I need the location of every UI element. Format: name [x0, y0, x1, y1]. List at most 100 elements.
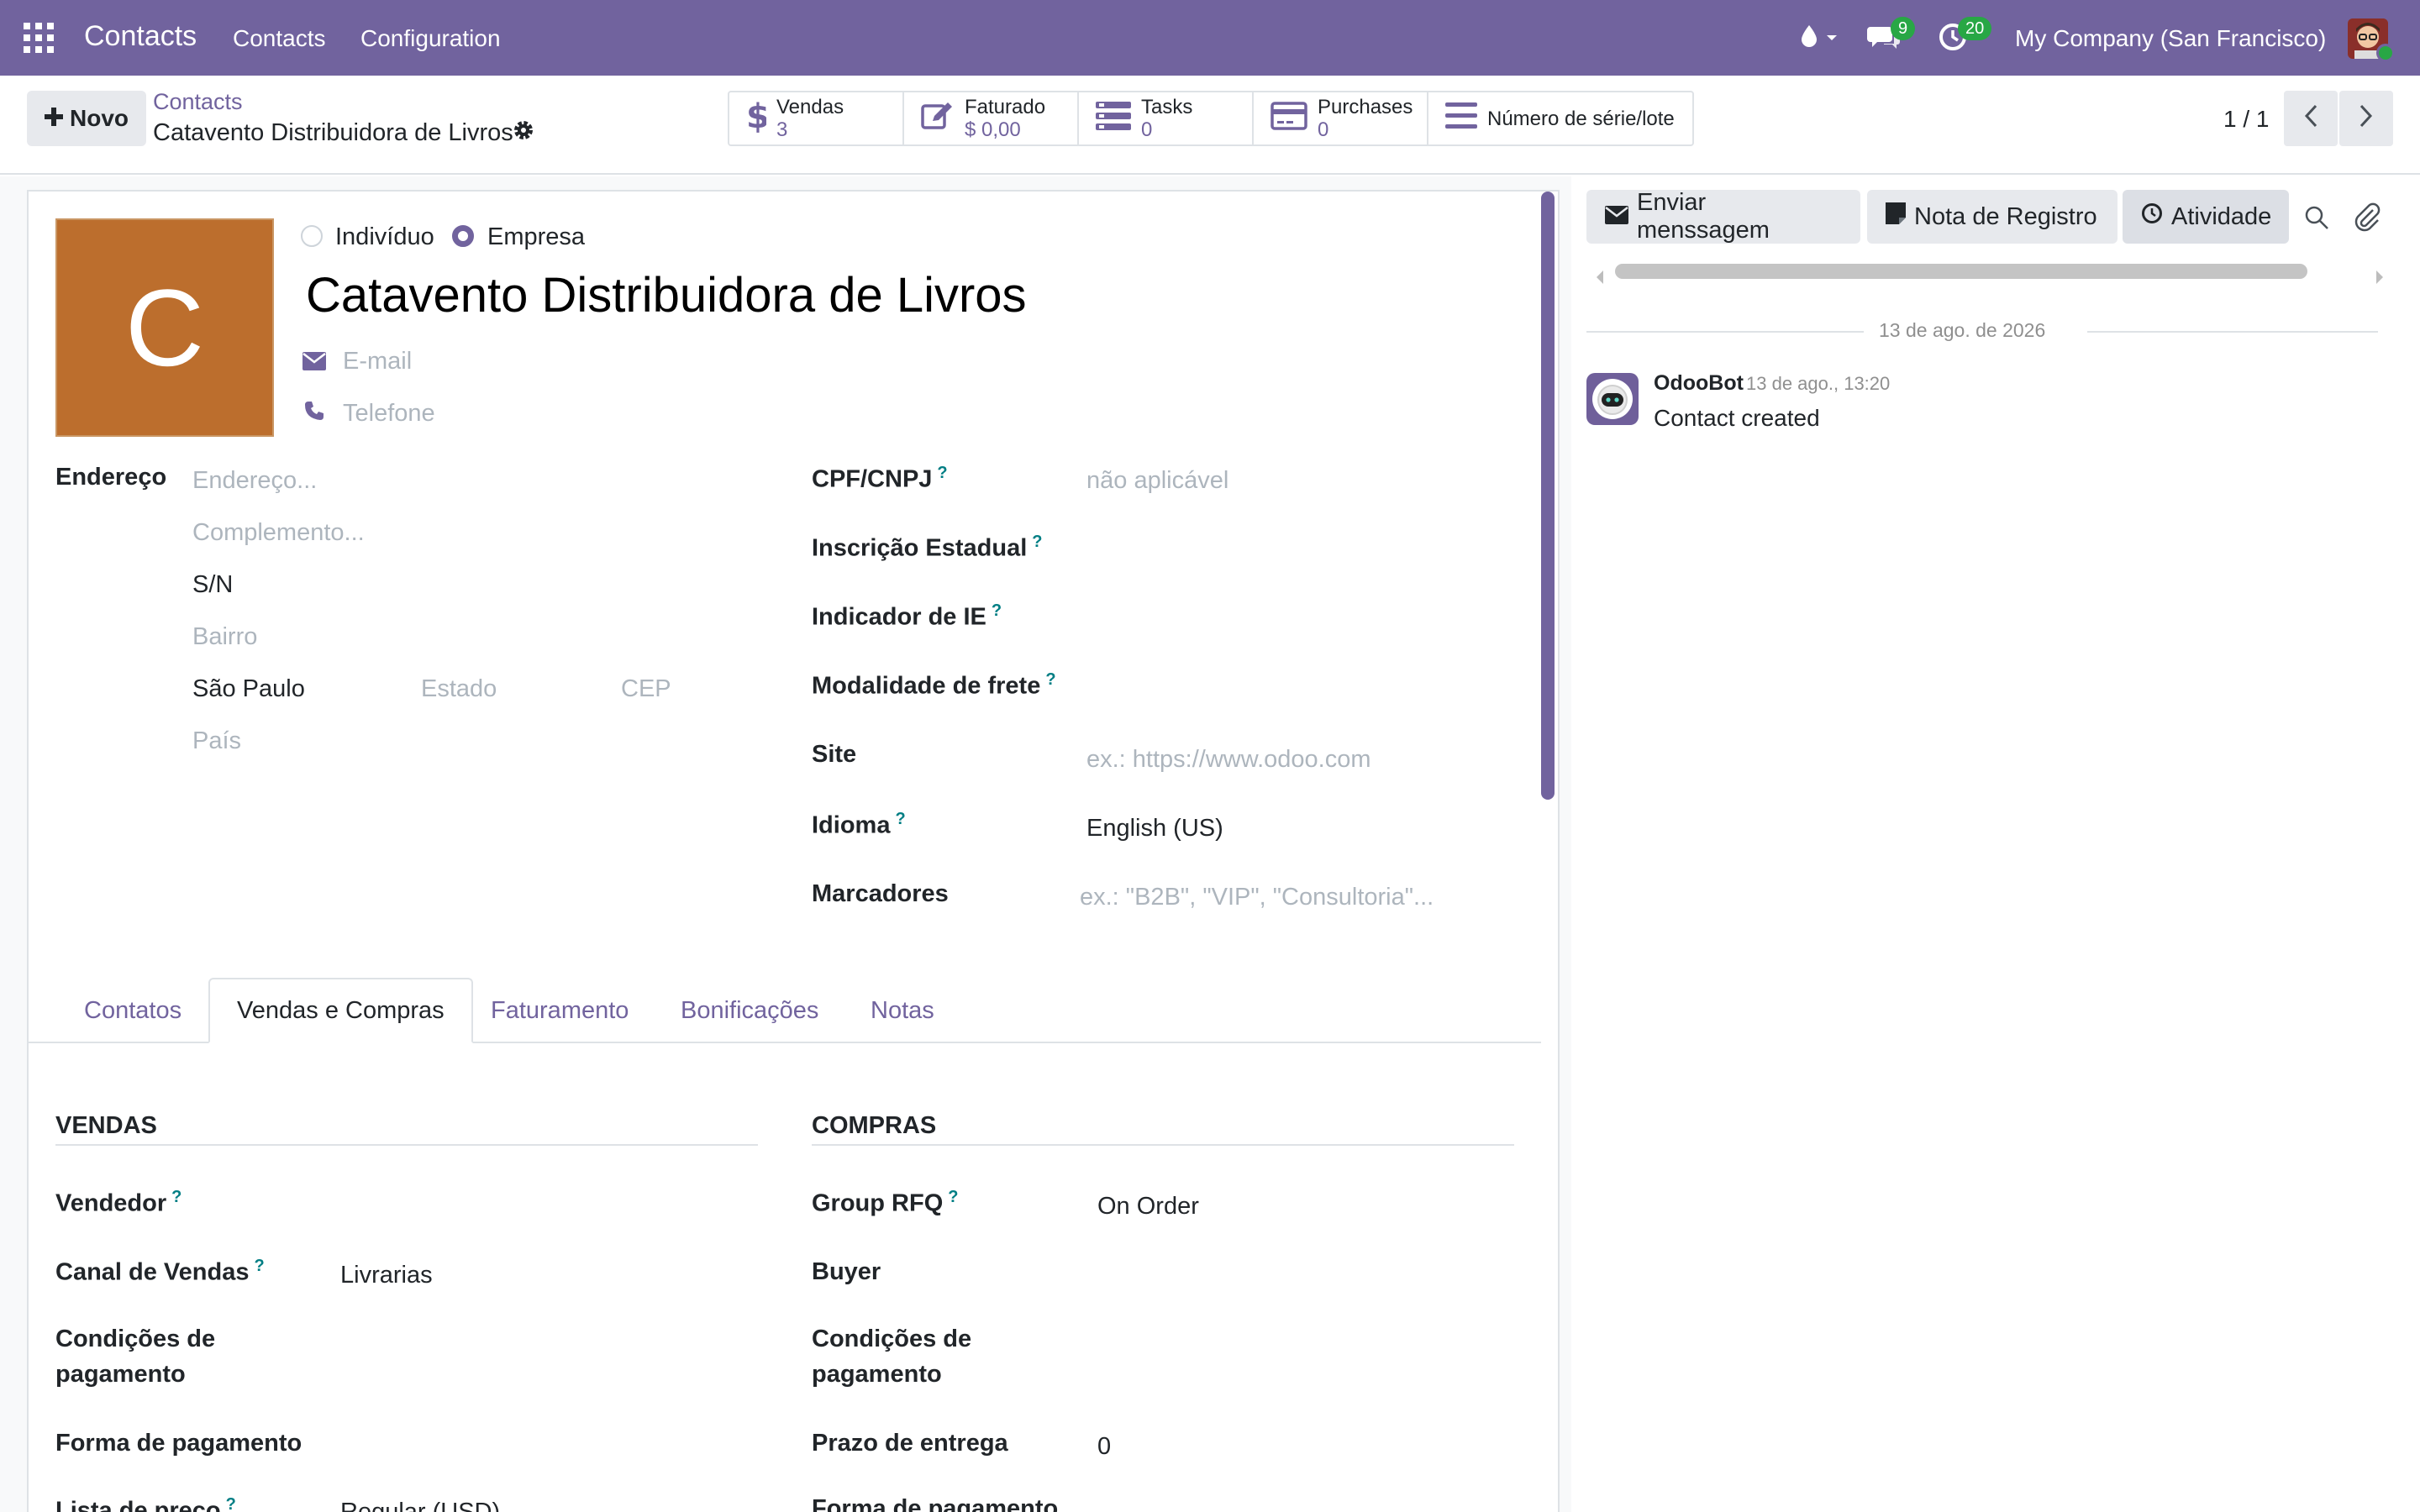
send-message-button[interactable]: Enviar menssagem	[1586, 189, 1860, 244]
radio-individual-label[interactable]: Indivíduo	[335, 223, 434, 251]
smart-button-serial-lot[interactable]: Número de série/lote	[1428, 92, 1692, 144]
sales-section-divider	[55, 1144, 758, 1146]
messages-badge: 9	[1891, 17, 1916, 40]
partner-name-field[interactable]: Catavento Distribuidora de Livros	[306, 267, 1027, 323]
pager-value[interactable]: 1 / 1	[2223, 106, 2269, 133]
smart-purchases-value: 0	[1318, 118, 1329, 141]
state-field[interactable]: Estado	[421, 675, 497, 703]
language-help-icon[interactable]: ?	[895, 810, 905, 828]
sales-channel-help-icon[interactable]: ?	[255, 1257, 265, 1275]
smart-invoiced-value: $ 0,00	[965, 118, 1021, 141]
street2-field[interactable]: Complemento...	[192, 519, 365, 547]
pricelist-field[interactable]: Regular (USD)	[340, 1499, 500, 1512]
user-online-status	[2376, 44, 2395, 62]
country-field[interactable]: País	[192, 727, 241, 755]
district-field[interactable]: Bairro	[192, 623, 257, 651]
credit-card-icon	[1270, 101, 1307, 136]
odoobot-avatar[interactable]	[1586, 373, 1639, 425]
tab-sales-purchases[interactable]: Vendas e Compras	[208, 978, 473, 1043]
email-field[interactable]: E-mail	[343, 348, 412, 375]
ie-indicator-help-icon[interactable]: ?	[992, 601, 1002, 620]
log-note-button[interactable]: Nota de Registro	[1867, 190, 2118, 244]
breadcrumb-parent[interactable]: Contacts	[153, 89, 243, 115]
company-switcher[interactable]: My Company (San Francisco)	[2015, 25, 2326, 52]
tab-rewards[interactable]: Bonificações	[654, 978, 845, 1043]
language-label: Idioma?	[812, 810, 906, 839]
log-note-label: Nota de Registro	[1914, 202, 2097, 230]
scroll-left-arrow-icon[interactable]	[1595, 264, 1605, 291]
freight-mode-label: Modalidade de frete?	[812, 670, 1056, 700]
cpf-cnpj-field[interactable]: não aplicável	[1086, 467, 1228, 495]
sales-payment-terms-label-line2: pagamento	[55, 1361, 186, 1388]
phone-field[interactable]: Telefone	[343, 400, 435, 428]
gear-icon[interactable]	[513, 119, 534, 147]
chevron-left-icon	[2303, 103, 2318, 134]
sales-section-title: VENDAS	[55, 1112, 157, 1139]
ie-indicator-label: Indicador de IE?	[812, 601, 1002, 631]
smart-button-invoiced[interactable]: Faturado $ 0,00	[904, 92, 1079, 144]
group-rfq-field[interactable]: On Order	[1097, 1193, 1199, 1221]
envelope-icon	[302, 349, 326, 373]
freight-help-icon[interactable]: ?	[1045, 670, 1055, 689]
pager-previous-button[interactable]	[2284, 91, 2338, 146]
smart-button-purchases[interactable]: Purchases 0	[1254, 92, 1428, 144]
pricelist-help-icon[interactable]: ?	[226, 1495, 236, 1512]
smart-invoiced-label: Faturado	[965, 96, 1046, 118]
purchases-section-divider	[812, 1144, 1514, 1146]
top-navbar: Contacts Contacts Configuration 9 20 My …	[0, 0, 2420, 76]
street-number-field[interactable]: S/N	[192, 571, 233, 599]
scroll-right-arrow-icon[interactable]	[2375, 264, 2385, 291]
smart-button-sales[interactable]: $ Vendas 3	[729, 92, 904, 144]
plus-icon	[45, 105, 63, 132]
paperclip-icon[interactable]	[2353, 202, 2381, 238]
tab-invoicing[interactable]: Faturamento	[464, 978, 655, 1043]
new-record-button[interactable]: Novo	[27, 91, 146, 146]
cpf-help-icon[interactable]: ?	[937, 464, 947, 482]
debug-drop-icon[interactable]	[1798, 22, 1839, 58]
sales-channel-field[interactable]: Livrarias	[340, 1262, 433, 1289]
tasks-icon	[1096, 101, 1131, 136]
new-record-label: Novo	[70, 105, 129, 131]
website-field[interactable]: ex.: https://www.odoo.com	[1086, 746, 1370, 774]
chevron-right-icon	[2359, 103, 2374, 134]
send-message-label: Enviar menssagem	[1637, 189, 1770, 244]
street-field[interactable]: Endereço...	[192, 467, 317, 495]
form-scrollbar[interactable]	[1541, 192, 1555, 800]
menu-contacts[interactable]: Contacts	[233, 25, 326, 52]
radio-company[interactable]	[452, 225, 474, 247]
zip-field[interactable]: CEP	[621, 675, 671, 703]
tags-field[interactable]: ex.: "B2B", "VIP", "Consultoria"...	[1080, 884, 1434, 911]
salesperson-label: Vendedor?	[55, 1188, 182, 1217]
menu-configuration[interactable]: Configuration	[360, 25, 501, 52]
bars-icon	[1445, 102, 1477, 135]
salesperson-help-icon[interactable]: ?	[171, 1188, 182, 1206]
state-registration-label: Inscrição Estadual?	[812, 533, 1043, 562]
language-field[interactable]: English (US)	[1086, 815, 1223, 843]
city-field[interactable]: São Paulo	[192, 675, 305, 703]
message-timestamp: 13 de ago., 13:20	[1746, 373, 1891, 394]
pager-next-button[interactable]	[2339, 91, 2393, 146]
app-title[interactable]: Contacts	[84, 20, 197, 53]
smart-tasks-value: 0	[1141, 118, 1153, 141]
breadcrumb-current: Catavento Distribuidora de Livros	[153, 119, 513, 146]
activity-button[interactable]: Atividade	[2123, 190, 2289, 244]
tab-notes[interactable]: Notas	[844, 978, 961, 1043]
message-author[interactable]: OdooBot	[1654, 371, 1744, 396]
lead-time-field[interactable]: 0	[1097, 1433, 1111, 1461]
apps-menu-icon[interactable]	[24, 23, 54, 53]
smart-button-tasks[interactable]: Tasks 0	[1079, 92, 1254, 144]
partner-avatar[interactable]: C	[55, 218, 274, 437]
date-separator-line-left	[1586, 331, 1864, 333]
purchase-payment-method-label: Forma de pagamento	[812, 1495, 1059, 1512]
date-separator-line-right	[2087, 331, 2378, 333]
ie-help-icon[interactable]: ?	[1032, 533, 1042, 551]
sales-payment-method-label: Forma de pagamento	[55, 1430, 302, 1457]
smart-purchases-label: Purchases	[1318, 96, 1413, 118]
chatter-horizontal-scrollbar[interactable]	[1615, 264, 2307, 279]
radio-individual[interactable]	[301, 225, 323, 247]
tab-contacts[interactable]: Contatos	[57, 978, 208, 1043]
radio-company-label[interactable]: Empresa	[487, 223, 585, 251]
search-icon[interactable]	[2304, 205, 2329, 236]
group-rfq-help-icon[interactable]: ?	[948, 1188, 958, 1206]
buyer-label: Buyer	[812, 1258, 881, 1285]
